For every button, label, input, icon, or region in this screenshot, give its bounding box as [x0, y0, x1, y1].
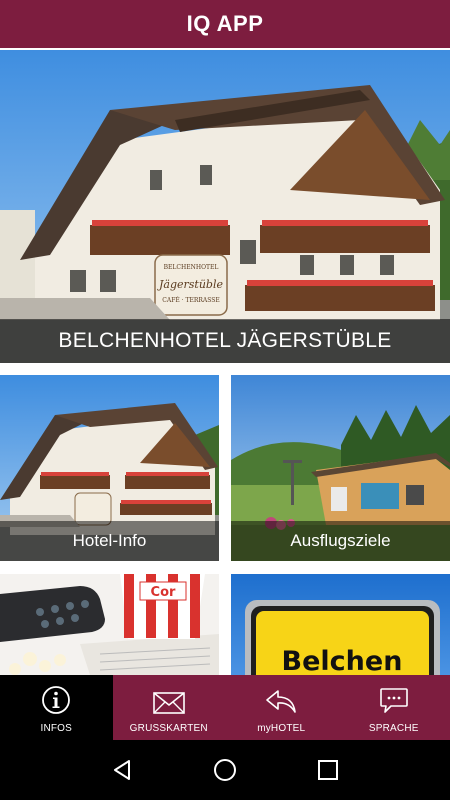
info-icon	[42, 686, 71, 714]
nav-sprache-label: SPRACHE	[368, 723, 419, 734]
hotel-sign-line-3: CAFÉ · TERRASSE	[162, 296, 219, 304]
home-button[interactable]	[211, 756, 239, 784]
tv-remote-popcorn-photo: Cor	[0, 574, 219, 675]
nav-grusskarten[interactable]: GRUSSKARTEN	[113, 675, 226, 740]
hero-caption: BELCHENHOTEL JÄGERSTÜBLE	[0, 319, 450, 363]
belchen-sign-text: Belchen	[282, 646, 403, 675]
tile-ausflugsziele-label: Ausflugsziele	[231, 521, 450, 561]
system-navigation-bar	[0, 740, 450, 800]
back-triangle-icon	[113, 760, 130, 780]
nav-myhotel-label: myHOTEL	[257, 723, 306, 734]
reply-arrow-icon	[266, 690, 297, 713]
home-circle-icon	[213, 759, 236, 781]
recents-square-icon	[318, 760, 339, 780]
envelope-icon	[152, 692, 185, 714]
chat-bubble-icon	[379, 688, 408, 713]
bottom-navigation: INFOS GRUSSKARTEN myHOTEL SPRACHE	[0, 675, 450, 740]
nav-infos[interactable]: INFOS	[0, 675, 113, 740]
hotel-photo: BELCHENHOTEL Jägerstüble CAFÉ · TERRASSE	[0, 50, 450, 363]
back-button[interactable]	[108, 756, 136, 784]
nav-myhotel[interactable]: myHOTEL	[225, 675, 338, 740]
main-content[interactable]: BELCHENHOTEL Jägerstüble CAFÉ · TERRASSE…	[0, 48, 450, 675]
nav-infos-label: INFOS	[40, 723, 73, 734]
tile-hotel-info[interactable]: Hotel-Info	[0, 375, 219, 561]
tile-tv-programm[interactable]: Cor	[0, 574, 219, 675]
hotel-sign-line-1: BELCHENHOTEL	[164, 264, 219, 271]
hotel-sign-line-2: Jägerstüble	[157, 278, 223, 291]
tile-ausflugsziele[interactable]: Ausflugsziele	[231, 375, 450, 561]
recents-button[interactable]	[314, 756, 342, 784]
tile-hotel-info-label: Hotel-Info	[0, 521, 219, 561]
app-title-bar: IQ APP	[0, 0, 450, 48]
nav-grusskarten-label: GRUSSKARTEN	[129, 723, 208, 734]
tile-belchen-ortsschild[interactable]: Belchen	[231, 574, 450, 675]
belchen-sign-photo: Belchen	[231, 574, 450, 675]
popcorn-box-text: Cor	[151, 585, 176, 600]
app-title: IQ APP	[186, 11, 264, 36]
nav-sprache[interactable]: SPRACHE	[338, 675, 450, 740]
hero-hotel-banner[interactable]: BELCHENHOTEL Jägerstüble CAFÉ · TERRASSE…	[0, 50, 450, 363]
